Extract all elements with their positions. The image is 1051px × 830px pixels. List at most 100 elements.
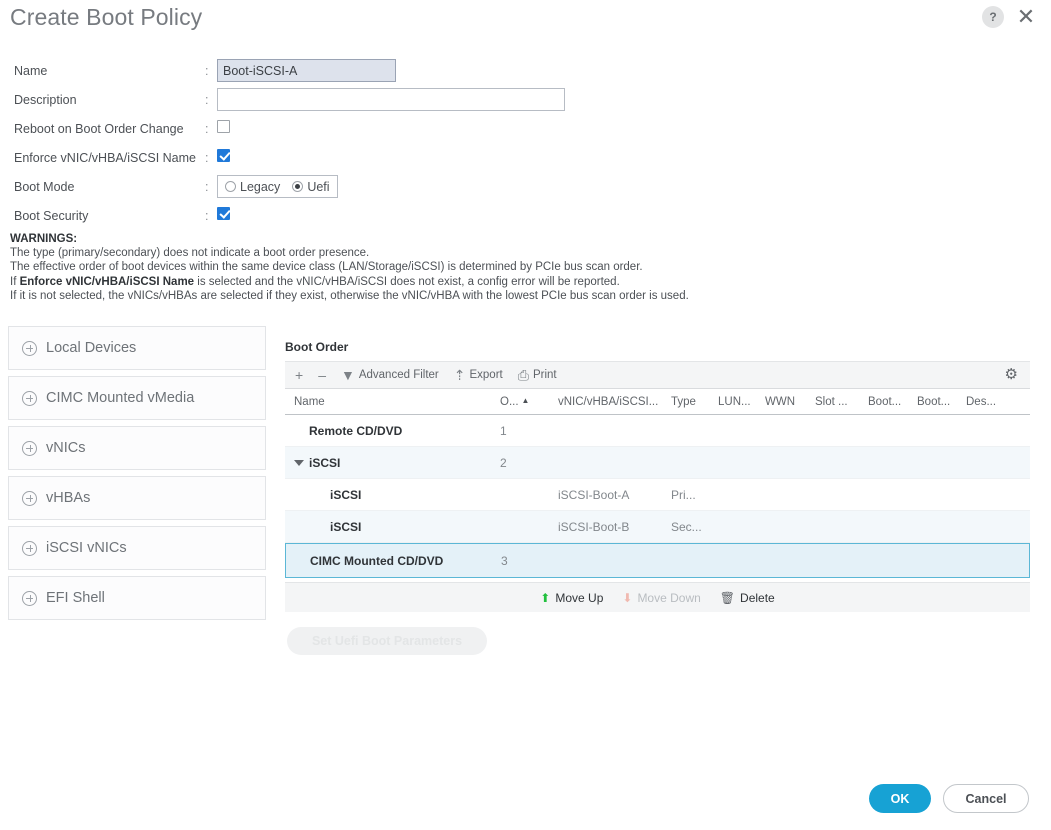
warnings-heading: WARNINGS: [10, 233, 78, 245]
reboot-on-boot-order-change-checkbox[interactable] [217, 119, 230, 133]
column-header-wwn[interactable]: WWN [765, 396, 815, 408]
advanced-filter-button[interactable]: ▼ Advanced Filter [341, 368, 439, 382]
move-up-button[interactable]: ⬆ Move Up [540, 591, 603, 605]
column-header-slot[interactable]: Slot ... [815, 396, 868, 408]
boot-mode-option-uefi[interactable]: Uefi [292, 180, 330, 194]
colon-boot-security: : [205, 208, 209, 223]
create-boot-policy-dialog: Create Boot Policy ? ✕ Name : Descriptio… [0, 0, 1051, 830]
move-down-button[interactable]: ⬇ Move Down [622, 591, 700, 605]
move-up-label: Move Up [555, 590, 604, 605]
label-boot-mode: Boot Mode [14, 179, 75, 194]
label-name: Name [14, 63, 48, 78]
delete-button[interactable]: 🗑 Delete [720, 591, 775, 605]
table-row[interactable]: iSCSI 2 [285, 447, 1030, 479]
accordion-label-iscsi-vnics: iSCSI vNICs [46, 540, 127, 556]
accordion-label-efi-shell: EFI Shell [46, 590, 105, 606]
dialog-title-bar: Create Boot Policy ? ✕ [0, 0, 1051, 44]
column-header-lun[interactable]: LUN... [718, 396, 765, 408]
add-boot-device-button[interactable]: + [295, 368, 303, 382]
row-name: iSCSI [330, 487, 362, 502]
row-order: 3 [501, 553, 508, 568]
warning-3-bold: Enforce vNIC/vHBA/iSCSI Name [19, 275, 195, 288]
column-header-order[interactable]: O... ▲ [500, 396, 558, 408]
column-header-description[interactable]: Des... [966, 396, 1011, 408]
row-name: CIMC Mounted CD/DVD [310, 553, 444, 568]
print-button[interactable]: ⎙ Print [518, 368, 557, 382]
accordion-item-iscsi-vnics[interactable]: iSCSI vNICs [8, 526, 266, 570]
form-row-name: Name : [0, 56, 600, 85]
remove-boot-device-button[interactable]: – [318, 368, 326, 382]
accordion-item-vnics[interactable]: vNICs [8, 426, 266, 470]
colon-enforce: : [205, 150, 209, 165]
radio-uefi-icon [292, 181, 304, 192]
trash-icon: 🗑 [719, 590, 736, 605]
enforce-vnic-vhba-iscsi-name-checkbox[interactable] [217, 148, 230, 162]
accordion-label-vhbas: vHBAs [46, 490, 91, 506]
table-row[interactable]: CIMC Mounted CD/DVD 3 [285, 543, 1030, 578]
arrow-down-icon: ⬇ [622, 590, 633, 605]
form-row-boot-security: Boot Security : [0, 201, 600, 230]
boot-order-toolbar: + – ▼ Advanced Filter ⇡ Export ⎙ Print ⚙ [285, 361, 1030, 388]
accordion-label-cimc-mounted-vmedia: CIMC Mounted vMedia [46, 390, 195, 406]
warnings-block: WARNINGS: The type (primary/secondary) d… [10, 233, 840, 304]
form-row-enforce-name: Enforce vNIC/vHBA/iSCSI Name : [0, 143, 600, 172]
description-input[interactable] [217, 88, 565, 111]
accordion-item-vhbas[interactable]: vHBAs [8, 476, 266, 520]
boot-mode-legacy-label: Legacy [240, 179, 281, 194]
upload-arrow-icon: ⇡ [453, 367, 466, 383]
arrow-up-icon: ⬆ [540, 590, 551, 605]
row-name-label: iSCSI [309, 455, 341, 470]
plus-circle-icon [22, 390, 37, 406]
filter-icon: ▼ [340, 367, 355, 383]
boot-order-action-bar: ⬆ Move Up ⬇ Move Down 🗑 Delete [285, 582, 1030, 612]
column-header-boot-1[interactable]: Boot... [868, 396, 917, 408]
reboot-checkbox-wrap [217, 119, 230, 138]
print-label: Print [532, 369, 557, 381]
cancel-button[interactable]: Cancel [943, 784, 1029, 813]
boot-security-checkbox[interactable] [217, 206, 230, 220]
warning-line-3: If Enforce vNIC/vHBA/iSCSI Name is selec… [10, 275, 840, 289]
row-vnic: iSCSI-Boot-B [558, 519, 630, 534]
colon-description: : [205, 92, 209, 107]
warning-line-4: If it is not selected, the vNICs/vHBAs a… [10, 290, 689, 303]
row-order: 2 [500, 455, 507, 470]
table-row[interactable]: iSCSI iSCSI-Boot-B Sec... [285, 511, 1030, 543]
row-name: iSCSI [285, 456, 500, 470]
column-header-order-label: O... [500, 395, 519, 408]
boot-policy-form: Name : Description : Reboot on Boot Orde… [0, 56, 600, 230]
boot-mode-radio-group-wrap: Legacy Uefi [217, 175, 338, 198]
column-header-boot-2[interactable]: Boot... [917, 396, 966, 408]
accordion-item-cimc-mounted-vmedia[interactable]: CIMC Mounted vMedia [8, 376, 266, 420]
column-header-name[interactable]: Name [285, 396, 500, 408]
export-button[interactable]: ⇡ Export [454, 368, 503, 382]
name-input[interactable] [217, 59, 396, 82]
gear-icon[interactable]: ⚙ [1005, 367, 1018, 382]
plus-icon: + [295, 367, 304, 383]
chevron-down-icon[interactable] [294, 459, 304, 466]
form-row-boot-mode: Boot Mode : Legacy Uefi [0, 172, 600, 201]
warning-3-prefix: If [10, 275, 20, 288]
accordion-item-local-devices[interactable]: Local Devices [8, 326, 266, 370]
plus-circle-icon [22, 340, 37, 356]
description-field-wrap [217, 88, 565, 111]
boot-mode-option-legacy[interactable]: Legacy [225, 180, 280, 194]
warning-3-suffix: is selected and the vNIC/vHBA/iSCSI does… [194, 275, 620, 288]
column-header-vnic-vhba-iscsi[interactable]: vNIC/vHBA/iSCSI... [558, 396, 671, 408]
accordion-item-efi-shell[interactable]: EFI Shell [8, 576, 266, 620]
export-label: Export [469, 369, 503, 381]
plus-circle-icon [22, 490, 37, 506]
row-order: 1 [500, 423, 507, 438]
help-icon[interactable]: ? [982, 6, 1004, 28]
ok-button[interactable]: OK [869, 784, 931, 813]
table-row[interactable]: Remote CD/DVD 1 [285, 415, 1030, 447]
warning-line-2: The effective order of boot devices with… [10, 261, 643, 274]
plus-circle-icon [22, 440, 37, 456]
set-uefi-boot-parameters-button[interactable]: Set Uefi Boot Parameters [287, 627, 487, 655]
colon-name: : [205, 63, 209, 78]
colon-reboot: : [205, 121, 209, 136]
table-row[interactable]: iSCSI iSCSI-Boot-A Pri... [285, 479, 1030, 511]
column-header-type[interactable]: Type [671, 396, 718, 408]
accordion-label-local-devices: Local Devices [46, 340, 137, 356]
printer-icon: ⎙ [517, 367, 529, 383]
close-icon[interactable]: ✕ [1015, 6, 1037, 28]
